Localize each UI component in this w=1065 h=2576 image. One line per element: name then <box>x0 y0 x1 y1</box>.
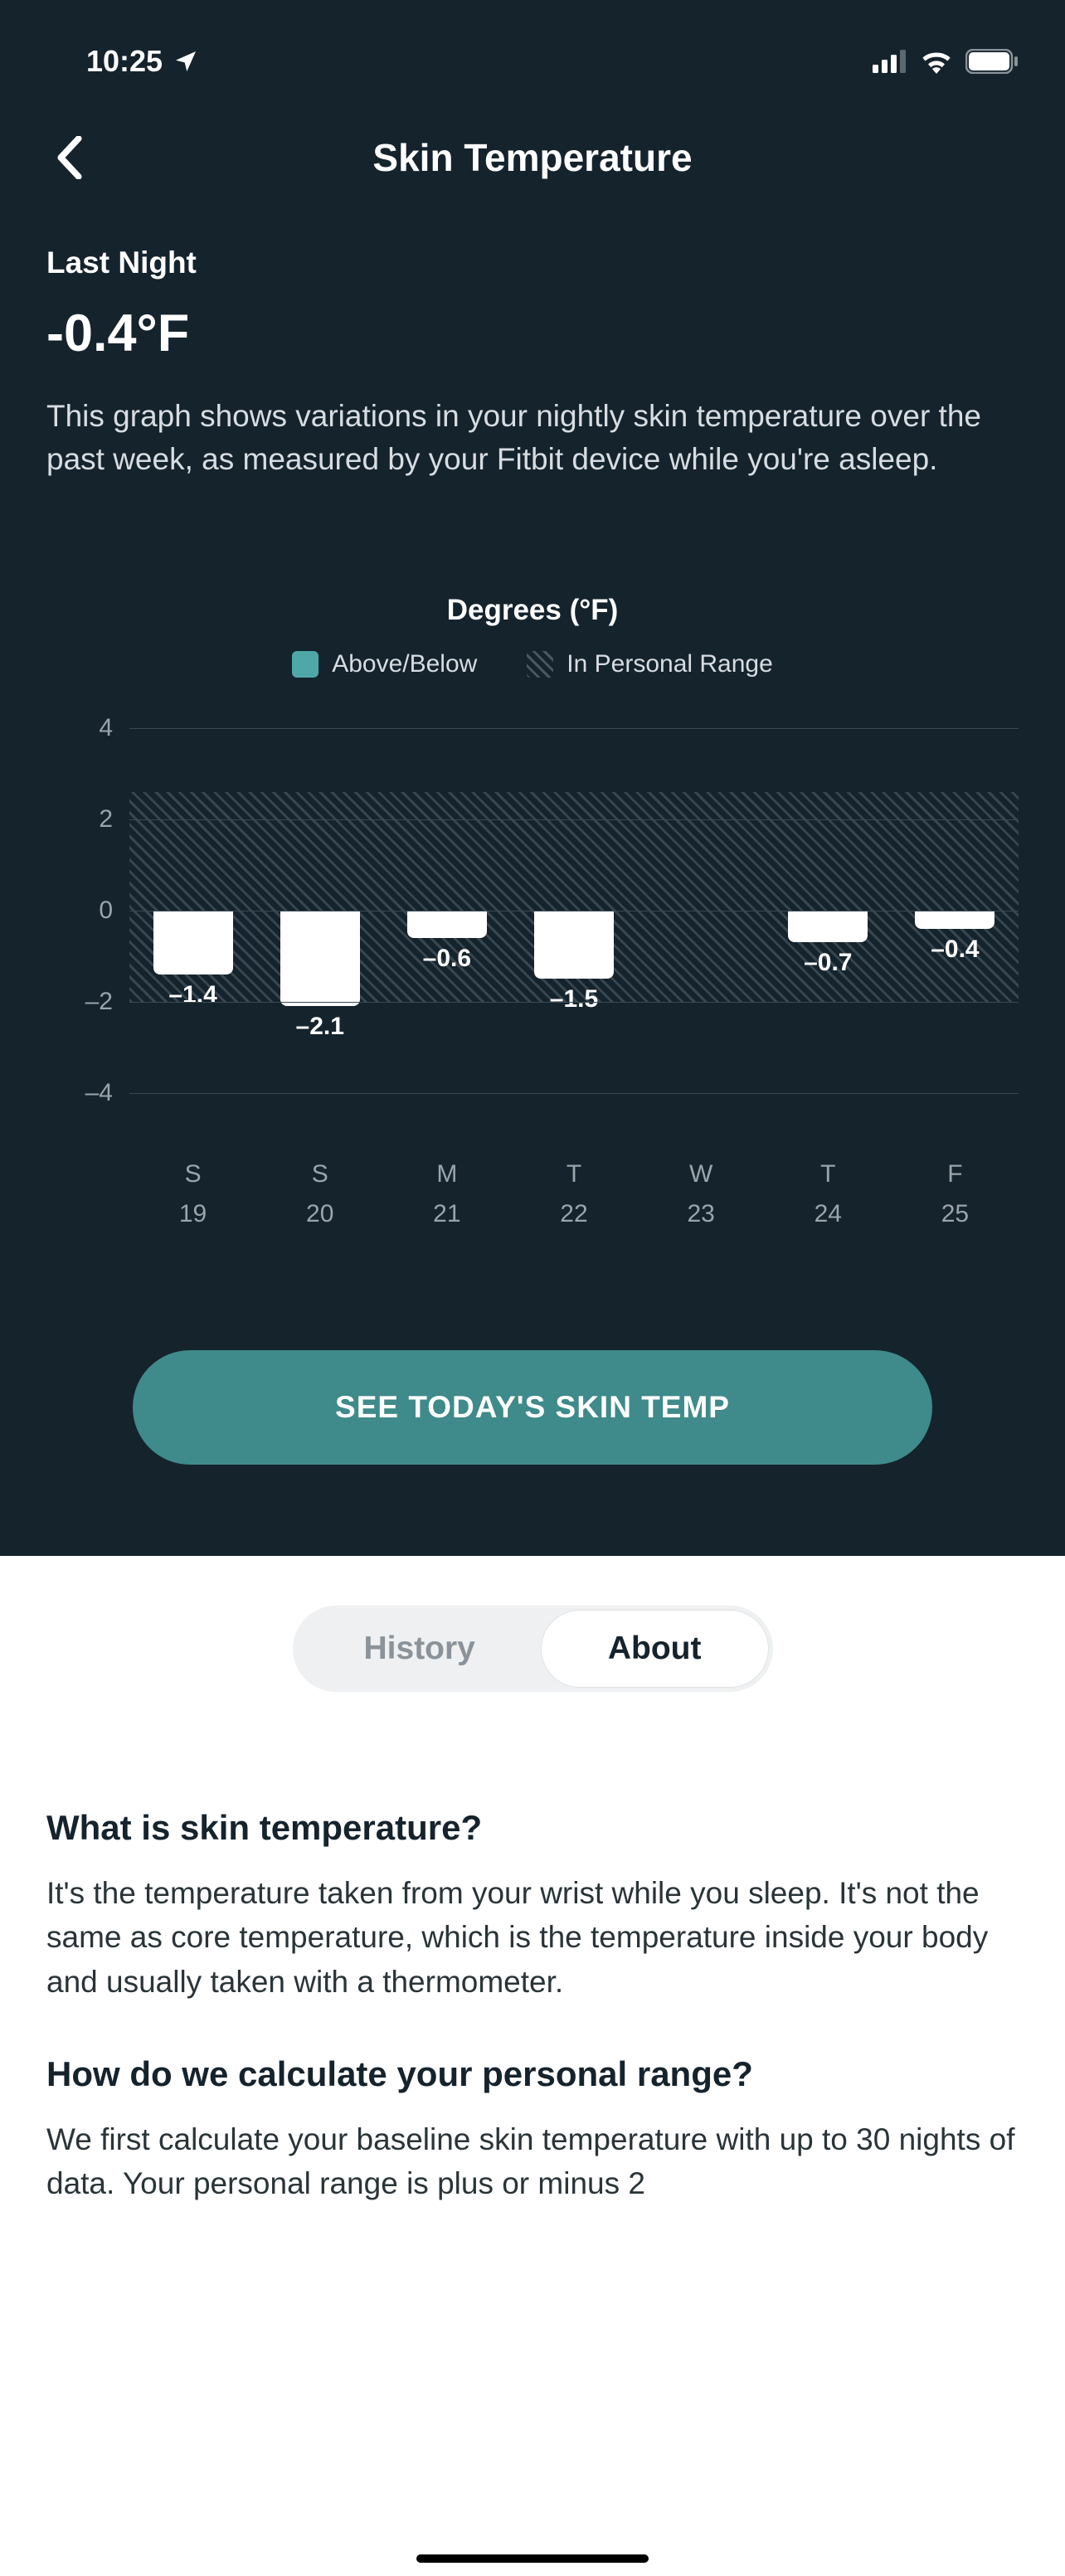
gridline <box>129 728 1019 729</box>
chart-bar <box>534 911 614 979</box>
chart-bar <box>153 911 233 975</box>
chart-bar <box>788 911 868 943</box>
chart-bar <box>407 911 487 938</box>
x-axis: S19S20M21T22W23T24F25 <box>129 1154 1019 1234</box>
variation-value: -0.4°F <box>46 304 1019 363</box>
about-heading: What is skin temperature? <box>46 1808 1019 1848</box>
status-time: 10:25 <box>86 44 163 79</box>
chart-plot: 420–2–4 –1.4–2.1–0.6–1.5–0.7–0.4 <box>46 728 1019 1093</box>
status-bar: 10:25 <box>0 0 1065 100</box>
gridline <box>129 819 1019 820</box>
gridline <box>129 1002 1019 1003</box>
bar-value-label: –0.4 <box>931 936 979 964</box>
cellular-icon <box>873 50 907 73</box>
tab-about[interactable]: About <box>542 1611 768 1687</box>
wifi-icon <box>919 49 954 74</box>
chart-title: Degrees (°F) <box>46 594 1019 627</box>
x-tick-label: T22 <box>510 1154 637 1234</box>
plot-area: –1.4 –2.1 –0.6 –1.5 –0.7 –0.4 <box>129 728 1019 1093</box>
x-tick-label: W23 <box>638 1154 765 1234</box>
x-tick-label: M21 <box>383 1154 510 1234</box>
bar-value-label: –1.4 <box>168 981 216 1009</box>
chart-container: Degrees (°F) Above/Below In Personal Ran… <box>0 527 1065 1251</box>
section-label: Last Night <box>46 245 1019 280</box>
y-tick-label: 2 <box>99 805 113 834</box>
nav-bar: Skin Temperature <box>0 100 1065 216</box>
x-tick-label: F25 <box>892 1154 1019 1234</box>
about-body: It's the temperature taken from your wri… <box>46 1871 1019 2005</box>
summary-description: This graph shows variations in your nigh… <box>46 395 1019 481</box>
segment-control: History About <box>293 1606 773 1692</box>
swatch-icon <box>292 651 319 678</box>
legend-label: Above/Below <box>332 650 477 678</box>
about-heading: How do we calculate your personal range? <box>46 2054 1019 2094</box>
bar-value-label: –0.6 <box>423 945 471 973</box>
legend-label: In Personal Range <box>567 650 773 678</box>
chart-legend: Above/Below In Personal Range <box>46 650 1019 678</box>
location-icon <box>173 48 199 75</box>
bar-value-label: –2.1 <box>296 1013 344 1041</box>
legend-in-range: In Personal Range <box>527 650 773 678</box>
home-indicator[interactable] <box>416 2554 649 2563</box>
gridline <box>129 1093 1019 1094</box>
chart-bar <box>280 911 360 1007</box>
bar-value-label: –0.7 <box>804 949 852 977</box>
x-tick-label: S20 <box>256 1154 383 1234</box>
bar-value-label: –1.5 <box>550 985 598 1013</box>
y-axis: 420–2–4 <box>46 728 129 1093</box>
y-tick-label: 0 <box>99 897 113 925</box>
legend-above-below: Above/Below <box>292 650 477 678</box>
x-tick-label: S19 <box>129 1154 256 1234</box>
y-tick-label: 4 <box>99 714 113 742</box>
back-button[interactable] <box>45 133 95 182</box>
y-tick-label: –4 <box>85 1079 113 1107</box>
page-title: Skin Temperature <box>0 135 1065 180</box>
tab-history[interactable]: History <box>298 1611 542 1687</box>
x-tick-label: T24 <box>765 1154 892 1234</box>
swatch-icon <box>527 651 553 678</box>
see-today-button[interactable]: SEE TODAY'S SKIN TEMP <box>133 1350 932 1465</box>
y-tick-label: –2 <box>85 988 113 1016</box>
chart-bar <box>915 911 994 929</box>
battery-icon <box>965 49 1019 74</box>
about-body: We first calculate your baseline skin te… <box>46 2117 1019 2206</box>
